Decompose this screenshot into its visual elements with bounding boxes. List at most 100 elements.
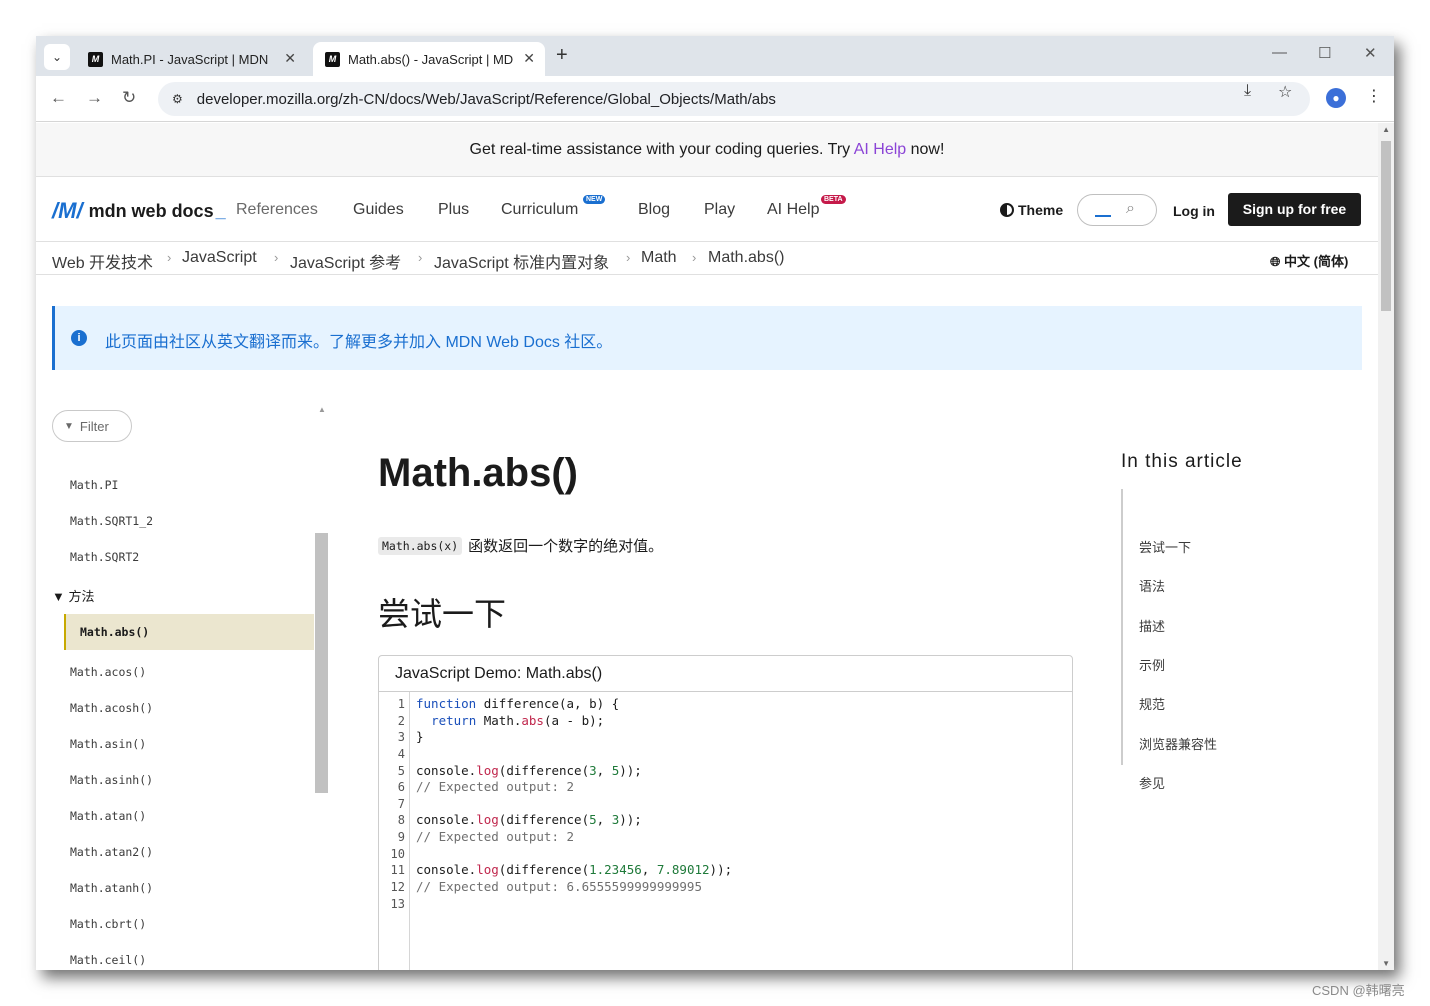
nav-ai-help[interactable]: AI Help BETA: [767, 195, 846, 219]
nav-play[interactable]: Play: [704, 201, 735, 219]
sidebar-item[interactable]: Math.acosh(): [70, 701, 153, 715]
breadcrumb-item[interactable]: JavaScript: [182, 249, 257, 267]
url-text[interactable]: developer.mozilla.org/zh-CN/docs/Web/Jav…: [197, 91, 776, 108]
sidebar-item-active[interactable]: Math.abs(): [64, 614, 314, 650]
profile-avatar-icon[interactable]: ●: [1326, 88, 1346, 108]
sidebar-item[interactable]: Math.acos(): [70, 665, 146, 679]
language-switcher[interactable]: 🌐︎ 中文 (简体): [1270, 251, 1348, 270]
logo-text: mdn web docs: [88, 200, 214, 221]
mdn-logo[interactable]: /M/ mdn web docs _: [52, 198, 226, 224]
sidebar-item[interactable]: Math.atan2(): [70, 845, 153, 859]
close-icon[interactable]: ✕: [284, 50, 296, 67]
back-icon[interactable]: ←: [50, 88, 67, 108]
line-number: 2: [397, 714, 405, 728]
install-icon[interactable]: ⤓: [1244, 82, 1251, 100]
page-viewport: Get real-time assistance with your codin…: [36, 123, 1394, 970]
code-line: console.log(difference(5, 3));: [416, 812, 642, 827]
line-number: 4: [397, 747, 405, 761]
address-bar[interactable]: ⚙ developer.mozilla.org/zh-CN/docs/Web/J…: [158, 82, 1310, 116]
breadcrumb-item[interactable]: JavaScript 参考: [290, 249, 401, 273]
sidebar-item[interactable]: Math.ceil(): [70, 953, 146, 967]
search-cursor: [1095, 215, 1111, 217]
demo-title: JavaScript Demo: Math.abs(): [379, 656, 1072, 692]
nav-curriculum[interactable]: Curriculum NEW: [501, 195, 606, 219]
sidebar-item[interactable]: Math.PI: [70, 478, 118, 492]
scrollbar-thumb[interactable]: [1381, 141, 1391, 311]
breadcrumb-item[interactable]: JavaScript 标准内置对象: [434, 249, 609, 273]
new-tab-button[interactable]: +: [556, 44, 568, 67]
theme-label: Theme: [1018, 202, 1064, 218]
nav-guides[interactable]: Guides: [353, 201, 404, 219]
forward-icon[interactable]: →: [86, 88, 103, 108]
ai-help-link[interactable]: AI Help: [854, 141, 906, 158]
signup-button[interactable]: Sign up for free: [1228, 193, 1361, 226]
toc-item[interactable]: 描述: [1139, 616, 1165, 635]
line-number: 1: [397, 697, 405, 711]
toc-item[interactable]: 规范: [1139, 694, 1165, 713]
tab-strip: ⌄ M Math.PI - JavaScript | MDN ✕ M Math.…: [36, 36, 1394, 76]
code-comment: // Expected output: 2: [416, 779, 575, 794]
code-line: function difference(a, b) {: [416, 696, 620, 711]
translation-notice: i 此页面由社区从英文翻译而来。了解更多并加入 MDN Web Docs 社区。: [52, 306, 1362, 370]
sidebar-item[interactable]: Math.cbrt(): [70, 917, 146, 931]
toc-item[interactable]: 浏览器兼容性: [1139, 734, 1217, 753]
close-icon[interactable]: ✕: [523, 50, 535, 67]
page-scrollbar[interactable]: ▲ ▼: [1378, 123, 1394, 970]
toc-item[interactable]: 示例: [1139, 655, 1165, 674]
banner-prefix: Get real-time assistance with your codin…: [469, 141, 854, 158]
intro-paragraph: Math.abs(x) 函数返回一个数字的绝对值。: [378, 535, 663, 556]
sidebar-item[interactable]: Math.SQRT2: [70, 550, 139, 564]
nav-blog[interactable]: Blog: [638, 201, 670, 219]
toc-item[interactable]: 语法: [1139, 576, 1165, 595]
sidebar-scroll-up-icon[interactable]: ▲: [318, 405, 326, 414]
minimize-icon[interactable]: —: [1272, 44, 1287, 61]
scroll-up-icon[interactable]: ▲: [1382, 125, 1390, 134]
sidebar-item[interactable]: Math.atan(): [70, 809, 146, 823]
nav-ai-help-label: AI Help: [767, 201, 820, 218]
notice-text[interactable]: 此页面由社区从英文翻译而来。了解更多并加入 MDN Web Docs 社区。: [105, 328, 612, 352]
info-icon: i: [71, 330, 87, 346]
interactive-example: JavaScript Demo: Math.abs() 1 2 3 4 5 6 …: [378, 655, 1073, 970]
sidebar-item[interactable]: Math.asinh(): [70, 773, 153, 787]
theme-toggle[interactable]: Theme: [1000, 202, 1063, 218]
chevron-right-icon: ›: [692, 250, 697, 265]
code-editor[interactable]: 1 2 3 4 5 6 7 8 9 10 11 12 13 function d…: [379, 692, 1072, 970]
toc-item[interactable]: 尝试一下: [1139, 537, 1191, 556]
tab-search-button[interactable]: ⌄: [44, 44, 70, 70]
line-number: 12: [390, 880, 405, 894]
sidebar-item[interactable]: Math.atanh(): [70, 881, 153, 895]
window-close-icon[interactable]: ✕: [1364, 44, 1377, 62]
sidebar-scrollbar[interactable]: [315, 533, 328, 793]
line-number: 13: [390, 897, 405, 911]
tab-math-abs[interactable]: M Math.abs() - JavaScript | MDN ✕: [313, 42, 545, 76]
sidebar-item-active-label: Math.abs(): [80, 625, 150, 639]
bookmark-star-icon[interactable]: ☆: [1278, 82, 1292, 102]
banner-suffix: now!: [906, 141, 945, 158]
toc-item[interactable]: 参见: [1139, 773, 1165, 792]
ai-help-banner: Get real-time assistance with your codin…: [36, 123, 1378, 177]
menu-icon[interactable]: ⋮: [1366, 86, 1382, 106]
nav-plus[interactable]: Plus: [438, 201, 469, 219]
tab-math-pi[interactable]: M Math.PI - JavaScript | MDN ✕: [76, 42, 306, 76]
site-info-icon[interactable]: ⚙: [172, 92, 183, 106]
login-link[interactable]: Log in: [1173, 203, 1215, 219]
scroll-down-icon[interactable]: ▼: [1382, 959, 1390, 968]
breadcrumb-item[interactable]: Math: [641, 249, 677, 267]
filter-label: Filter: [79, 418, 109, 434]
nav-curriculum-label: Curriculum: [501, 201, 579, 218]
watermark: CSDN @韩曙亮: [1312, 983, 1405, 998]
sidebar-filter-button[interactable]: ▼ Filter: [52, 410, 132, 442]
nav-references[interactable]: References: [236, 201, 318, 219]
browser-toolbar: ← → ↻ ⚙ developer.mozilla.org/zh-CN/docs…: [36, 76, 1394, 122]
reload-icon[interactable]: ↻: [122, 88, 136, 108]
chevron-right-icon: ›: [418, 250, 423, 265]
breadcrumb-item-current[interactable]: Math.abs(): [708, 249, 784, 267]
site-search-button[interactable]: ⌕: [1077, 194, 1157, 226]
breadcrumb-item[interactable]: Web 开发技术: [52, 249, 153, 273]
code-comment: // Expected output: 6.6555599999999995: [416, 879, 702, 894]
code-line: return Math.abs(a - b);: [431, 713, 605, 728]
sidebar-group-methods[interactable]: ▼ 方法: [52, 586, 94, 605]
sidebar-item[interactable]: Math.SQRT1_2: [70, 514, 153, 528]
sidebar-item[interactable]: Math.asin(): [70, 737, 146, 751]
maximize-icon[interactable]: ☐: [1318, 44, 1331, 62]
